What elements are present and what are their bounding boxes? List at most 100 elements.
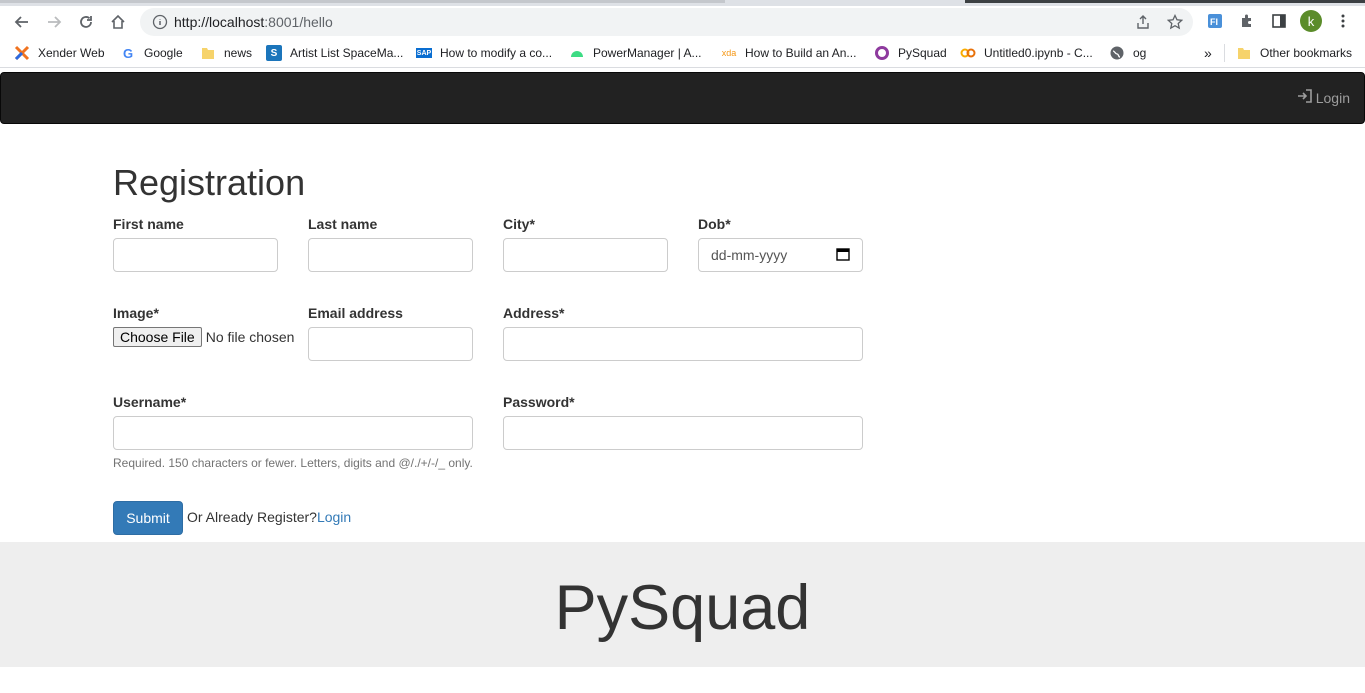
address-bar[interactable]: http://localhost:8001/hello bbox=[140, 8, 1193, 36]
bookmark-label: How to Build an An... bbox=[745, 46, 857, 60]
site-info-icon[interactable] bbox=[152, 14, 168, 30]
already-registered: Or Already Register?Login bbox=[187, 509, 351, 525]
bookmark-label: Artist List SpaceMa... bbox=[290, 46, 404, 60]
bookmark-colab[interactable]: Untitled0.ipynb - C... bbox=[960, 45, 1093, 61]
bookmarks-bar: Xender Web G Google news S Artist List S… bbox=[0, 38, 1365, 68]
back-icon[interactable] bbox=[10, 10, 34, 34]
extension-fi-icon[interactable]: FI bbox=[1204, 10, 1226, 32]
bookmark-label: news bbox=[224, 46, 253, 60]
email-label: Email address bbox=[308, 305, 403, 321]
bookmark-news[interactable]: news bbox=[200, 45, 252, 61]
dob-placeholder: dd-mm-yyyy bbox=[711, 247, 788, 263]
url-host: http://localhost bbox=[174, 14, 265, 30]
bookmark-modify[interactable]: SAP How to modify a co... bbox=[416, 45, 552, 61]
bookmark-label: PySquad bbox=[898, 46, 947, 60]
url-path: :8001/hello bbox=[264, 14, 333, 30]
extensions-puzzle-icon[interactable] bbox=[1236, 10, 1258, 32]
address-label: Address* bbox=[503, 305, 565, 321]
username-input[interactable] bbox=[113, 416, 473, 450]
other-bookmarks[interactable]: Other bookmarks bbox=[1236, 45, 1352, 61]
bookmark-label: PowerManager | A... bbox=[593, 46, 702, 60]
bookmark-pysquad[interactable]: PySquad bbox=[874, 45, 947, 61]
first-name-label: First name bbox=[113, 216, 184, 232]
google-icon: G bbox=[122, 45, 134, 61]
bookmark-star-icon[interactable] bbox=[1165, 12, 1185, 32]
bookmark-label: How to modify a co... bbox=[440, 46, 553, 60]
username-label: Username* bbox=[113, 394, 187, 410]
browser-menu-icon[interactable] bbox=[1332, 10, 1354, 32]
colab-icon bbox=[960, 45, 976, 61]
first-name-group: First name bbox=[113, 216, 278, 272]
login-link[interactable]: Login bbox=[317, 509, 351, 525]
folder-icon bbox=[200, 45, 216, 61]
overflow-chevron-icon: » bbox=[1204, 45, 1212, 61]
password-input[interactable] bbox=[503, 416, 863, 450]
reload-icon[interactable] bbox=[74, 10, 98, 34]
address-input[interactable] bbox=[503, 327, 863, 361]
url-text: http://localhost:8001/hello bbox=[174, 14, 333, 30]
sap-icon: SAP bbox=[416, 48, 432, 58]
bookmark-artist-list[interactable]: S Artist List SpaceMa... bbox=[266, 45, 403, 61]
ring-icon bbox=[874, 45, 890, 61]
login-icon bbox=[1297, 89, 1313, 106]
home-icon[interactable] bbox=[106, 10, 130, 34]
bookmark-build[interactable]: xda How to Build an An... bbox=[721, 45, 857, 61]
bookmark-label: Untitled0.ipynb - C... bbox=[984, 46, 1093, 60]
dob-input[interactable]: dd-mm-yyyy bbox=[698, 238, 863, 272]
choose-file-button[interactable]: Choose File bbox=[113, 327, 202, 347]
address-group: Address* bbox=[503, 305, 863, 361]
footer: PySquad bbox=[0, 542, 1365, 667]
other-bookmarks-label: Other bookmarks bbox=[1260, 46, 1353, 60]
calendar-icon[interactable] bbox=[836, 247, 850, 264]
navbar-login-label: Login bbox=[1315, 89, 1350, 106]
password-label: Password* bbox=[503, 394, 575, 410]
tab-strip-right bbox=[965, 0, 1365, 3]
profile-avatar[interactable]: k bbox=[1300, 10, 1322, 32]
bookmark-label: Google bbox=[144, 46, 183, 60]
city-input[interactable] bbox=[503, 238, 668, 272]
navbar-login-link[interactable]: Login bbox=[1297, 89, 1350, 106]
bookmark-label: Xender Web bbox=[38, 46, 105, 60]
page-title: Registration bbox=[113, 162, 306, 203]
no-file-text: No file chosen bbox=[205, 329, 295, 345]
forward-icon[interactable] bbox=[42, 10, 66, 34]
dob-label: Dob* bbox=[698, 216, 731, 232]
top-navbar: Login bbox=[0, 72, 1365, 124]
image-file-input[interactable]: Choose File No file chosen bbox=[113, 327, 294, 347]
bookmark-google[interactable]: G Google bbox=[120, 45, 183, 61]
last-name-group: Last name bbox=[308, 216, 473, 272]
side-panel-icon[interactable] bbox=[1268, 10, 1290, 32]
dob-group: Dob* dd-mm-yyyy bbox=[698, 216, 863, 272]
image-label: Image* bbox=[113, 305, 159, 321]
image-group: Image* Choose File No file chosen bbox=[113, 305, 294, 347]
last-name-label: Last name bbox=[308, 216, 378, 232]
svg-text:FI: FI bbox=[1210, 17, 1218, 27]
email-group: Email address bbox=[308, 305, 473, 361]
bookmarks-divider bbox=[1224, 44, 1225, 62]
globe-icon bbox=[1109, 45, 1125, 61]
submit-button[interactable]: Submit bbox=[113, 501, 183, 535]
bookmarks-overflow[interactable]: » bbox=[1204, 45, 1212, 61]
already-text: Or Already Register? bbox=[187, 509, 317, 525]
android-icon bbox=[569, 45, 585, 61]
bookmark-xender[interactable]: Xender Web bbox=[14, 45, 105, 61]
username-help-text: Required. 150 characters or fewer. Lette… bbox=[113, 456, 473, 470]
last-name-input[interactable] bbox=[308, 238, 473, 272]
share-icon[interactable] bbox=[1133, 12, 1153, 32]
city-label: City* bbox=[503, 216, 535, 232]
browser-toolbar: http://localhost:8001/hello FI k bbox=[0, 6, 1365, 38]
xender-icon bbox=[14, 45, 30, 61]
bookmark-powermanager[interactable]: PowerManager | A... bbox=[569, 45, 702, 61]
first-name-input[interactable] bbox=[113, 238, 278, 272]
s-icon: S bbox=[266, 45, 282, 61]
footer-title: PySquad bbox=[554, 573, 811, 643]
password-group: Password* bbox=[503, 394, 863, 450]
bookmark-og[interactable]: og bbox=[1109, 45, 1146, 61]
username-group: Username* Required. 150 characters or fe… bbox=[113, 394, 473, 470]
xda-icon: xda bbox=[721, 48, 737, 58]
bookmark-label: og bbox=[1133, 46, 1147, 60]
city-group: City* bbox=[503, 216, 668, 272]
folder-icon bbox=[1236, 45, 1252, 61]
tab-strip-left bbox=[0, 0, 725, 3]
email-input[interactable] bbox=[308, 327, 473, 361]
